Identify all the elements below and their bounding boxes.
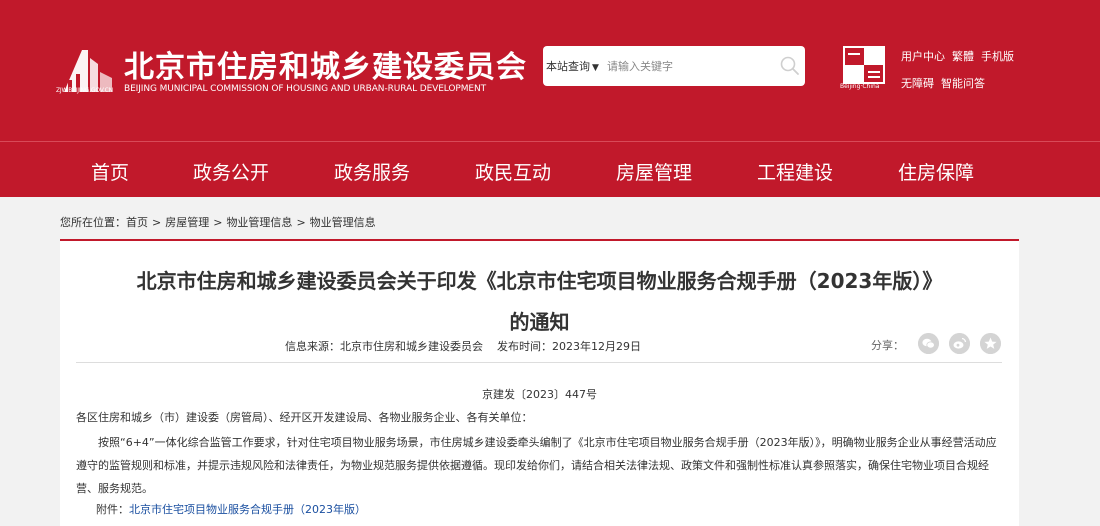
share-label: 分享： — [871, 339, 904, 352]
addressee: 各区住房和城乡（市）建设委（房管局）、经开区开发建设局、各物业服务企业、各有关单… — [76, 411, 533, 424]
nav-item-government-services[interactable]: 政务服务 — [334, 158, 410, 185]
article-title-line2: 的通知 — [509, 310, 570, 334]
nav-item-housing-security[interactable]: 住房保障 — [898, 158, 974, 185]
wechat-icon[interactable] — [918, 333, 939, 354]
article-meta: 信息来源：北京市住房和城乡建设委员会 发布时间：2023年12月29日 — [285, 338, 641, 354]
capital-caption: Beijing·China — [840, 83, 880, 90]
article-body: 按照“6+4”一体化综合监管工作要求，针对住宅项目物业服务场景，市住房城乡建设委… — [76, 436, 997, 495]
nav-item-construction[interactable]: 工程建设 — [757, 158, 833, 185]
mobile-version-link[interactable]: 手机版 — [981, 50, 1014, 63]
nav-item-interaction[interactable]: 政民互动 — [475, 158, 551, 185]
search-box: 本站查询 ▼ — [543, 46, 805, 86]
nav-item-home[interactable]: 首页 — [91, 158, 129, 185]
search-input[interactable] — [607, 56, 777, 76]
attachment-link[interactable]: 北京市住宅项目物业服务合规手册（2023年版） — [129, 503, 366, 516]
breadcrumb-home[interactable]: 首页 — [126, 216, 148, 229]
site-header: ZJW.BEIJING.GOV.CN 北京市住房和城乡建设委员会 BEIJING… — [0, 0, 1100, 141]
site-subtitle: BEIJING MUNICIPAL COMMISSION OF HOUSING … — [124, 84, 486, 94]
attachment-label: 附件： — [96, 503, 129, 516]
date-label: 发布时间： — [497, 340, 552, 353]
breadcrumb-separator: > — [296, 216, 306, 229]
accessibility-link[interactable]: 无障碍 — [901, 77, 934, 90]
traditional-chinese-link[interactable]: 繁體 — [952, 50, 974, 63]
user-center-link[interactable]: 用户中心 — [901, 50, 945, 63]
weibo-icon[interactable] — [949, 333, 970, 354]
breadcrumb-housing-management[interactable]: 房屋管理 — [165, 216, 209, 229]
article-title-line1: 北京市住房和城乡建设委员会关于印发《北京市住宅项目物业服务合规手册（2023年版… — [136, 269, 943, 293]
smart-qa-link[interactable]: 智能问答 — [941, 77, 985, 90]
breadcrumb-property-info[interactable]: 物业管理信息 — [226, 216, 292, 229]
chevron-down-icon: ▼ — [592, 63, 599, 73]
breadcrumb-separator: > — [213, 216, 223, 229]
breadcrumb-separator: > — [152, 216, 162, 229]
search-scope-select[interactable]: 本站查询 ▼ — [546, 58, 599, 74]
document-number: 京建发〔2023〕447号 — [482, 388, 597, 401]
logo-domain-text: ZJW.BEIJING.GOV.CN — [56, 87, 113, 94]
date-value: 2023年12月29日 — [552, 340, 641, 353]
meta-divider — [76, 362, 1002, 363]
breadcrumb-property-info-current[interactable]: 物业管理信息 — [310, 216, 376, 229]
source-label: 信息来源： — [285, 340, 340, 353]
top-links-row2: 无障碍 智能问答 — [901, 75, 992, 91]
main-nav: 首页 政务公开 政务服务 政民互动 房屋管理 工程建设 住房保障 — [0, 141, 1100, 197]
search-scope-label: 本站查询 — [546, 60, 590, 73]
top-links-row1: 用户中心 繁體 手机版 — [901, 48, 1021, 64]
nav-item-government-affairs[interactable]: 政务公开 — [193, 158, 269, 185]
breadcrumb: 您所在位置：首页 > 房屋管理 > 物业管理信息 > 物业管理信息 — [60, 214, 376, 230]
star-icon[interactable] — [980, 333, 1001, 354]
source-value: 北京市住房和城乡建设委员会 — [340, 340, 483, 353]
nav-item-housing-management[interactable]: 房屋管理 — [616, 158, 692, 185]
article-panel: 北京市住房和城乡建设委员会关于印发《北京市住宅项目物业服务合规手册（2023年版… — [60, 239, 1019, 526]
search-icon[interactable] — [779, 55, 801, 77]
breadcrumb-prefix: 您所在位置： — [60, 216, 126, 229]
site-title[interactable]: 北京市住房和城乡建设委员会 — [124, 42, 527, 86]
attachment: 附件：北京市住宅项目物业服务合规手册（2023年版） — [96, 501, 366, 517]
